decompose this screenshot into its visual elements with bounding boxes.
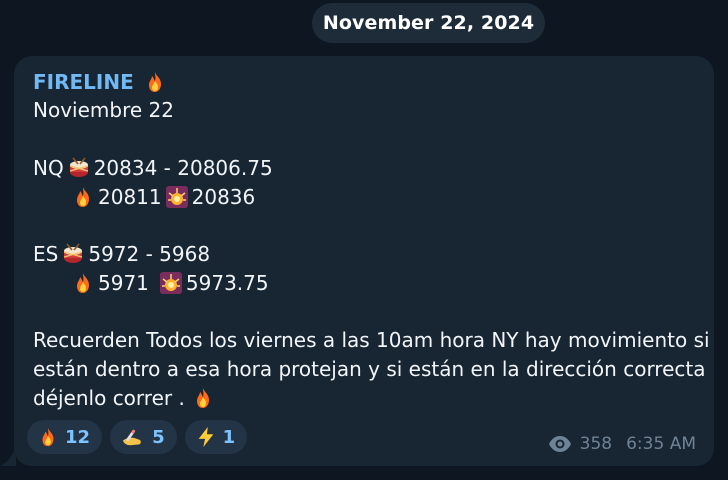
es-levels-line: 5971 5973.75 — [68, 271, 269, 295]
reaction-writing-hand[interactable]: 5 — [110, 420, 177, 454]
body-text-3: déjenlo correr . — [33, 386, 185, 410]
date-separator: November 22, 2024 — [312, 3, 545, 43]
body-line-2: están dentro a esa hora protejan y si es… — [33, 357, 706, 381]
nq-burst-level: 20836 — [191, 185, 256, 209]
nq-label: NQ — [33, 156, 64, 180]
body-line-3: déjenlo correr . — [33, 386, 218, 410]
sender-name[interactable]: FIRELINE — [33, 70, 134, 94]
date-separator-label: November 22, 2024 — [322, 12, 535, 34]
body-text-2: están dentro a esa hora protejan y si es… — [33, 357, 706, 381]
reaction-fire[interactable]: 12 — [27, 420, 103, 454]
date-text: Noviembre 22 — [33, 98, 174, 122]
fire-icon — [77, 187, 89, 207]
es-label: ES — [33, 242, 59, 266]
nq-fire-level: 20811 — [98, 185, 162, 209]
message-meta: 358 6:35 AM — [548, 434, 696, 454]
es-line: ES 5972 - 5968 — [33, 242, 210, 266]
drum-icon — [64, 243, 83, 263]
fireworks-burst-icon — [165, 186, 188, 208]
es-range: 5972 - 5968 — [88, 242, 211, 266]
message-time: 6:35 AM — [626, 434, 696, 454]
fire-icon — [196, 388, 209, 408]
fire-icon — [148, 72, 161, 92]
eye-icon — [548, 436, 571, 452]
reaction-count: 5 — [152, 426, 165, 448]
lightning-icon — [198, 426, 213, 448]
reaction-lightning[interactable]: 1 — [184, 420, 248, 454]
reactions-bar: 12 5 1 — [27, 420, 248, 454]
fireworks-burst-icon — [159, 272, 182, 294]
writing-hand-icon — [122, 429, 141, 446]
chat-view: November 22, 2024 FIRELINE Noviembre 22 … — [0, 0, 728, 480]
es-burst-level: 5973.75 — [185, 271, 269, 295]
fire-icon — [77, 273, 89, 293]
sender-row[interactable]: FIRELINE — [33, 70, 170, 94]
body-text-1: Recuerden Todos los viernes a las 10am h… — [33, 328, 710, 352]
view-count: 358 — [579, 434, 613, 454]
reaction-count: 1 — [222, 426, 236, 448]
drum-icon — [69, 157, 88, 177]
nq-line: NQ 20834 - 20806.75 — [33, 156, 273, 180]
nq-levels-line: 20811 20836 — [68, 185, 255, 209]
fire-icon — [42, 427, 54, 447]
date-line: Noviembre 22 — [33, 98, 174, 122]
es-fire-level: 5971 — [98, 271, 149, 295]
body-line-1: Recuerden Todos los viernes a las 10am h… — [33, 328, 710, 352]
nq-range: 20834 - 20806.75 — [93, 156, 273, 180]
reaction-count: 12 — [65, 426, 91, 448]
